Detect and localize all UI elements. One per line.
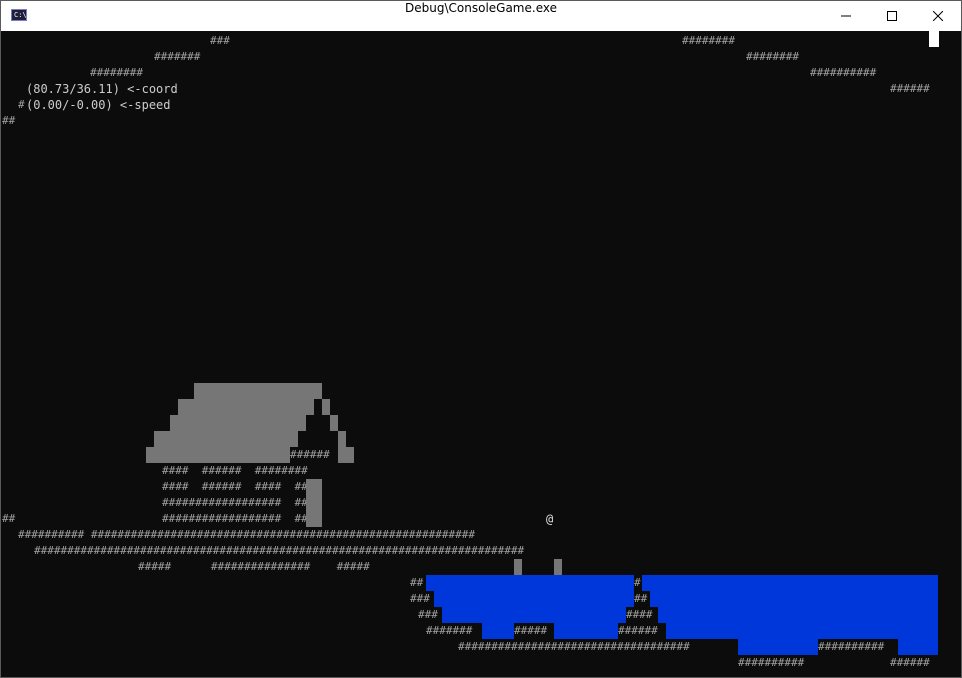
scrollbar-thumb[interactable] <box>929 31 939 47</box>
terrain-line: ######## <box>90 66 143 79</box>
house-roof <box>178 399 314 415</box>
house-roof <box>194 383 322 399</box>
player-character: @ <box>546 512 554 526</box>
terrain-line: ### <box>210 34 230 47</box>
ground-line: ## <box>2 512 16 525</box>
house-door <box>306 479 322 527</box>
water <box>650 591 938 607</box>
shore-line: ### <box>410 592 430 605</box>
shore-line: ## <box>410 576 424 589</box>
close-button[interactable] <box>915 1 961 31</box>
pillar <box>554 559 562 575</box>
house-wall: #### ###### #### ## <box>162 480 308 493</box>
water <box>642 575 938 591</box>
house-roof <box>338 447 354 463</box>
shore-line: ## <box>634 592 648 605</box>
house-roof <box>170 415 306 431</box>
close-icon <box>933 11 943 21</box>
terrain-line: ######## <box>746 50 799 63</box>
maximize-icon <box>887 11 897 21</box>
maximize-button[interactable] <box>869 1 915 31</box>
pillar <box>514 559 522 575</box>
water <box>666 623 938 639</box>
terrain-line: ## <box>2 114 16 127</box>
shore-line: ########## <box>738 656 805 669</box>
window-title: Debug\ConsoleGame.exe <box>405 1 557 15</box>
house-roof <box>338 431 346 447</box>
shore-line: ###### <box>890 656 930 669</box>
coord-readout: (80.73/36.11) <-coord <box>26 82 178 96</box>
shore-line: ################################### <box>458 640 690 653</box>
water <box>554 623 618 639</box>
house-wall: ###### <box>290 448 330 461</box>
shore-line: #### <box>626 608 653 621</box>
water <box>658 607 938 623</box>
house-roof <box>146 447 290 463</box>
shore-line: ##### <box>514 624 548 637</box>
house-wall: ################## ## <box>162 496 308 509</box>
water <box>434 591 634 607</box>
ground-line: ########################################… <box>34 544 525 557</box>
terrain-line: ######## <box>682 34 735 47</box>
terrain-line: # <box>18 98 25 111</box>
shore-line: ########## <box>818 640 885 653</box>
terrain-line: ########## <box>810 66 877 79</box>
house-roof <box>322 399 330 415</box>
shore-line: ### <box>418 608 438 621</box>
console-window: C:\ Debug\ConsoleGame.exe ### ####### ##… <box>0 0 962 678</box>
shore-line: ###### <box>618 624 658 637</box>
water <box>898 639 938 655</box>
ground-line: ##### ############### ##### <box>138 560 370 573</box>
terrain-line: ###### <box>890 82 930 95</box>
house-roof <box>154 431 298 447</box>
shore-line: ####### <box>426 624 473 637</box>
shore-line: # <box>634 576 641 589</box>
house-wall: ################## ## <box>162 512 308 525</box>
console-area: ### ####### ######## # ## ######## #####… <box>1 31 961 677</box>
water <box>482 623 514 639</box>
minimize-button[interactable] <box>823 1 869 31</box>
title-bar[interactable]: C:\ Debug\ConsoleGame.exe <box>1 1 961 31</box>
water <box>426 575 634 591</box>
minimize-icon <box>841 15 851 17</box>
house-roof <box>330 415 338 431</box>
terrain-line: ####### <box>154 50 201 63</box>
house-wall: #### ###### ######## <box>162 464 308 477</box>
water <box>442 607 626 623</box>
speed-readout: (0.00/-0.00) <-speed <box>26 98 171 112</box>
water <box>738 639 818 655</box>
ground-line: ########## #############################… <box>18 528 475 541</box>
